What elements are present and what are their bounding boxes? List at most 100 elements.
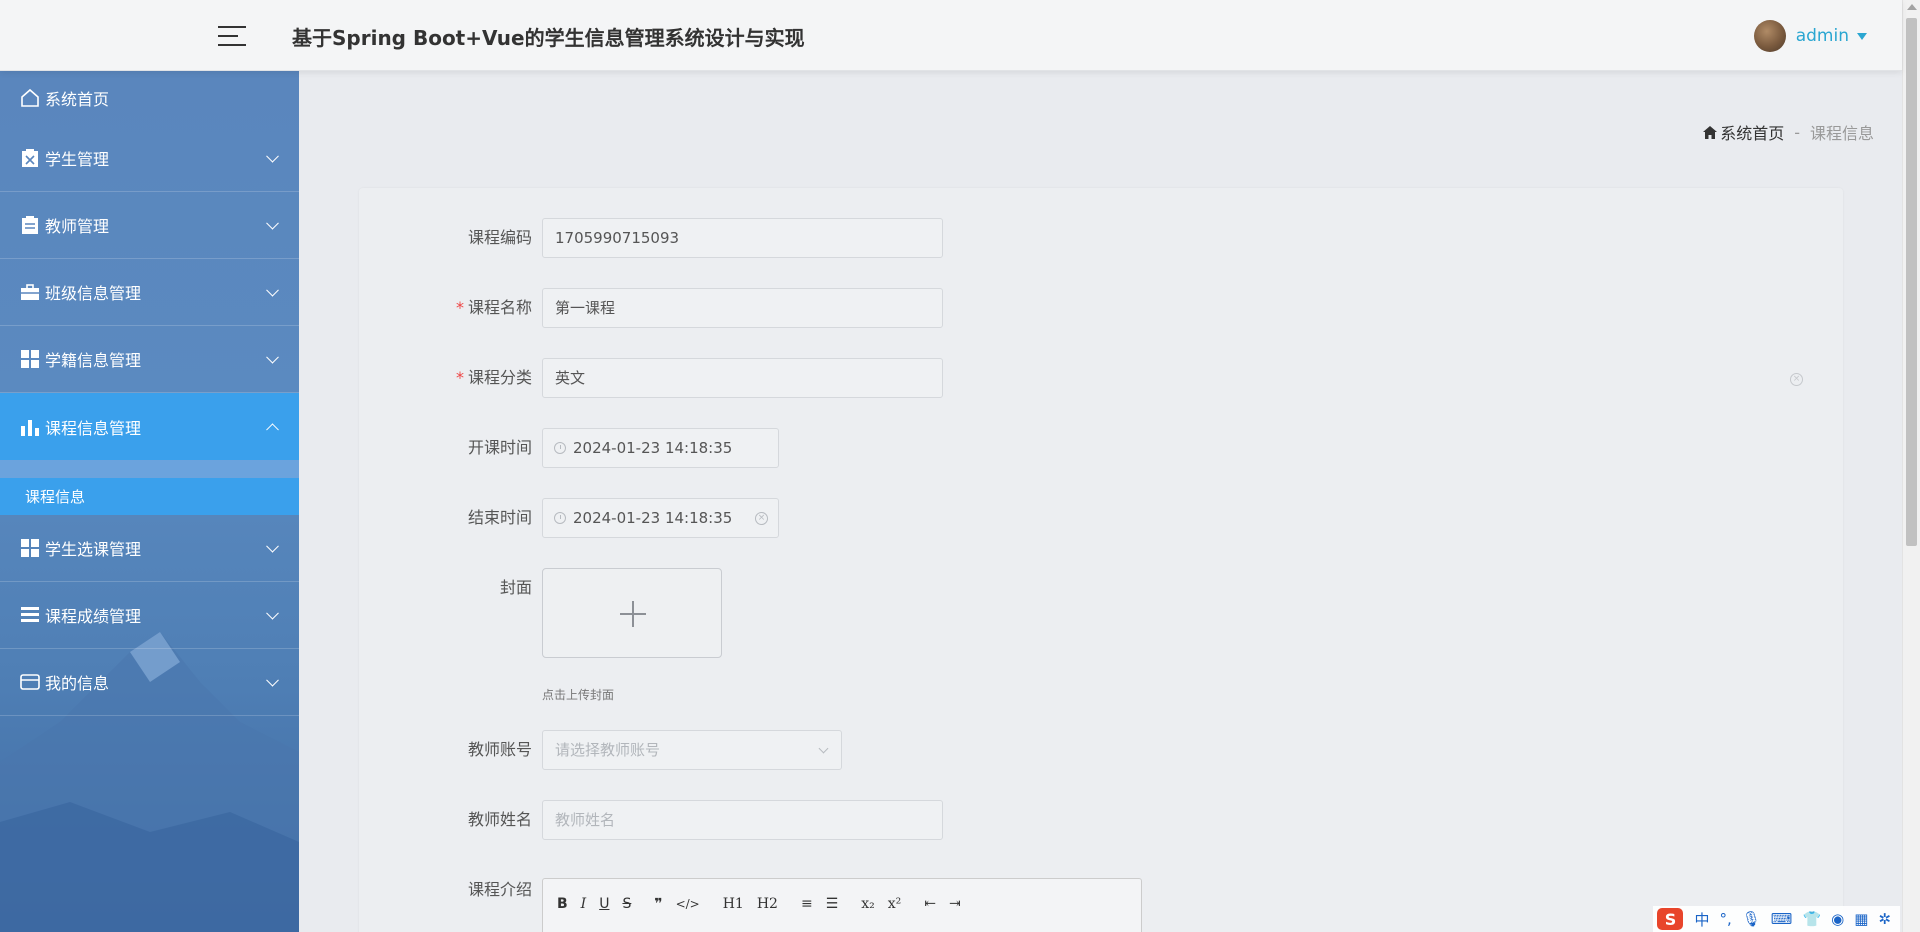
apps-icon[interactable]: ▦ bbox=[1854, 910, 1868, 928]
sidebar-item-label: 我的信息 bbox=[45, 674, 110, 693]
submenu-item-course-info[interactable]: 课程信息 bbox=[0, 478, 299, 515]
indent-button[interactable]: ⇥ bbox=[949, 896, 961, 912]
field-label: * 课程名称 bbox=[455, 298, 532, 317]
chevron-down-icon bbox=[266, 539, 279, 553]
avatar bbox=[1753, 20, 1786, 52]
list-icon bbox=[19, 604, 41, 626]
underline-button[interactable]: U bbox=[599, 896, 609, 912]
breadcrumb: 系统首页 - 课程信息 bbox=[1703, 120, 1874, 144]
required-mark: * bbox=[455, 298, 464, 317]
sidebar-item-courses[interactable]: 课程信息管理 bbox=[0, 393, 299, 460]
sidebar-item-enrollment[interactable]: 学籍信息管理 bbox=[0, 326, 299, 393]
course-code-field[interactable]: 1705990715093 bbox=[542, 218, 943, 258]
form-row-start: 开课时间 2024-01-23 14:18:35 bbox=[359, 428, 779, 468]
editor-toolbar: B I U S ❞ </> H1 H2 ≡ ☰ x₂ x² ⇤ ⇥ bbox=[543, 888, 1141, 920]
sidebar-menu: 系统首页 学生管理 教师管理 班级信息管理 学籍信息管理 课程信息管理 课程信息… bbox=[0, 71, 299, 716]
bullet-list-button[interactable]: ☰ bbox=[826, 896, 839, 912]
form-row-end: 结束时间 2024-01-23 14:18:35 × bbox=[359, 498, 779, 538]
sidebar-item-label: 教师管理 bbox=[45, 217, 110, 236]
required-mark: * bbox=[455, 368, 464, 387]
field-label: 课程介绍 bbox=[467, 880, 532, 899]
microphone-icon[interactable]: 🎙 bbox=[1742, 910, 1761, 928]
sidebar-item-course-selection[interactable]: 学生选课管理 bbox=[0, 515, 299, 582]
chevron-down-icon bbox=[818, 743, 829, 754]
caret-down-icon bbox=[1857, 32, 1867, 40]
italic-button[interactable]: I bbox=[581, 896, 587, 912]
h2-button[interactable]: H2 bbox=[757, 896, 778, 912]
ime-punctuation-toggle[interactable]: °, bbox=[1719, 910, 1731, 928]
grid-icon bbox=[19, 537, 41, 559]
sidebar-item-grades[interactable]: 课程成绩管理 bbox=[0, 582, 299, 649]
sogou-logo-icon[interactable]: S bbox=[1657, 908, 1684, 930]
course-name-field[interactable]: 第一课程 bbox=[542, 288, 943, 328]
rich-text-editor[interactable]: B I U S ❞ </> H1 H2 ≡ ☰ x₂ x² ⇤ ⇥ bbox=[542, 878, 1142, 932]
ordered-list-button[interactable]: ≡ bbox=[801, 896, 813, 912]
sidebar-item-label: 课程信息管理 bbox=[45, 418, 142, 438]
form-row-name: * 课程名称 第一课程 bbox=[359, 288, 943, 328]
breadcrumb-home[interactable]: 系统首页 bbox=[1703, 120, 1784, 144]
ime-toolbar: S 中 °, 🎙 ⌨ 👕 ◉ ▦ ✲ bbox=[1653, 906, 1900, 932]
menu-toggle-icon[interactable] bbox=[218, 24, 246, 48]
field-label: 教师姓名 bbox=[467, 810, 532, 829]
chevron-down-icon bbox=[266, 673, 279, 687]
form-row-code: 课程编码 1705990715093 bbox=[359, 218, 943, 258]
main-content: 系统首页 - 课程信息 × 课程编码 1705990715093 * 课程名称 第… bbox=[299, 71, 1902, 932]
form-row-intro: 课程介绍 B I U S ❞ </> H1 H2 ≡ ☰ x₂ x² ⇤ ⇥ bbox=[359, 870, 1142, 932]
field-label: 课程编码 bbox=[467, 228, 532, 247]
end-time-picker[interactable]: 2024-01-23 14:18:35 × bbox=[542, 498, 779, 538]
course-category-field[interactable]: 英文 bbox=[542, 358, 943, 398]
cover-upload-button[interactable] bbox=[542, 568, 722, 658]
field-label: 封面 bbox=[499, 578, 532, 597]
sidebar-item-home[interactable]: 系统首页 bbox=[0, 71, 299, 125]
scroll-up-icon[interactable] bbox=[1907, 4, 1917, 10]
sidebar-item-label: 学生管理 bbox=[45, 150, 110, 169]
superscript-button[interactable]: x² bbox=[888, 896, 902, 912]
outdent-button[interactable]: ⇤ bbox=[924, 896, 936, 912]
clock-icon bbox=[554, 442, 566, 454]
h1-button[interactable]: H1 bbox=[723, 896, 744, 912]
start-time-picker[interactable]: 2024-01-23 14:18:35 bbox=[542, 428, 779, 468]
clipboard-icon bbox=[19, 214, 41, 236]
submenu: 课程信息 bbox=[0, 460, 299, 515]
keyboard-icon[interactable]: ⌨ bbox=[1771, 910, 1793, 928]
sidebar-item-classes[interactable]: 班级信息管理 bbox=[0, 259, 299, 326]
chevron-up-icon bbox=[266, 422, 279, 436]
subscript-button[interactable]: x₂ bbox=[861, 896, 875, 912]
sidebar-item-teachers[interactable]: 教师管理 bbox=[0, 192, 299, 259]
bold-button[interactable]: B bbox=[557, 896, 568, 912]
strike-button[interactable]: S bbox=[622, 896, 631, 912]
clipboard-x-icon bbox=[19, 147, 41, 169]
clear-icon[interactable]: × bbox=[1790, 373, 1803, 386]
breadcrumb-current: 课程信息 bbox=[1809, 124, 1874, 143]
sidebar-item-my-info[interactable]: 我的信息 bbox=[0, 649, 299, 716]
chevron-down-icon bbox=[266, 283, 279, 297]
home-icon bbox=[1703, 125, 1718, 139]
ime-language-toggle[interactable]: 中 bbox=[1694, 909, 1709, 930]
form-row-teacher-account: 教师账号 请选择教师账号 bbox=[359, 730, 842, 770]
field-label: 结束时间 bbox=[467, 508, 532, 527]
user-menu[interactable]: admin bbox=[1753, 20, 1867, 52]
page-scrollbar[interactable] bbox=[1902, 0, 1920, 932]
code-button[interactable]: </> bbox=[676, 897, 700, 911]
wallet-icon bbox=[19, 671, 41, 693]
sidebar-item-students[interactable]: 学生管理 bbox=[0, 125, 299, 192]
form-row-teacher-name: 教师姓名 教师姓名 bbox=[359, 800, 943, 840]
chevron-down-icon bbox=[266, 216, 279, 230]
sidebar-item-label: 课程成绩管理 bbox=[45, 607, 142, 626]
sidebar-item-label: 学生选课管理 bbox=[45, 540, 142, 559]
form-row-cover: 封面 点击上传封面 bbox=[359, 568, 722, 702]
username: admin bbox=[1795, 26, 1849, 46]
breadcrumb-separator: - bbox=[1794, 122, 1800, 142]
teacher-name-field[interactable]: 教师姓名 bbox=[542, 800, 943, 840]
clear-icon[interactable]: × bbox=[755, 512, 768, 525]
course-form: × 课程编码 1705990715093 * 课程名称 第一课程 * 课程分类 英文… bbox=[359, 188, 1843, 932]
form-row-category: * 课程分类 英文 bbox=[359, 358, 943, 398]
teacher-account-select[interactable]: 请选择教师账号 bbox=[542, 730, 842, 770]
skin-icon[interactable]: 👕 bbox=[1802, 910, 1821, 928]
sidebar-item-label: 班级信息管理 bbox=[45, 284, 142, 303]
settings-icon[interactable]: ✲ bbox=[1878, 910, 1891, 928]
blockquote-button[interactable]: ❞ bbox=[654, 896, 662, 912]
gamepad-icon[interactable]: ◉ bbox=[1831, 910, 1844, 928]
chevron-down-icon bbox=[266, 149, 279, 163]
scrollbar-thumb[interactable] bbox=[1906, 18, 1917, 546]
